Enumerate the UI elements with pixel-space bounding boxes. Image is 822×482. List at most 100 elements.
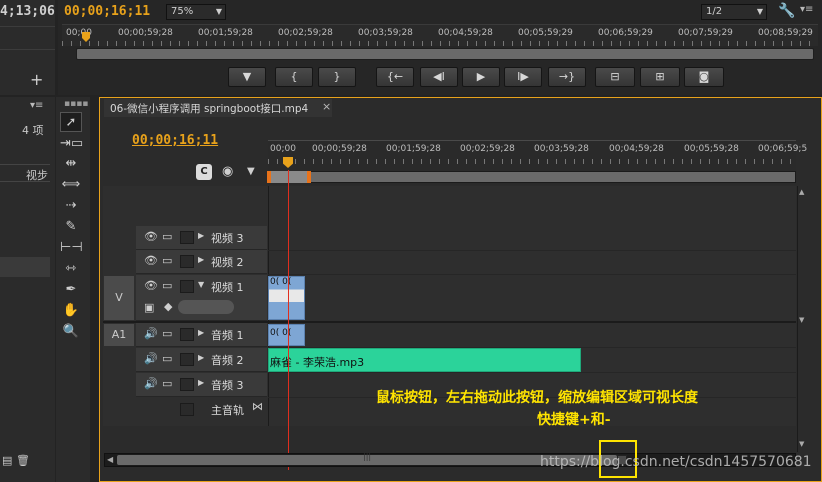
expand-arrow-icon[interactable]: ▶ — [198, 255, 204, 264]
hand-tool-icon[interactable]: ✋ — [60, 301, 82, 321]
rate-stretch-tool-icon[interactable]: ⇢ — [60, 196, 82, 216]
close-icon[interactable]: × — [322, 100, 331, 113]
track-select-tool-icon[interactable]: ⇥▭ — [60, 134, 83, 154]
track-header-video3[interactable]: 👁 ▭ ▶ 视频 3 — [136, 226, 267, 250]
source-zoom-scrollbar[interactable] — [76, 48, 814, 60]
pen-tool-icon[interactable]: ✒ — [60, 280, 82, 300]
snap-icon[interactable]: C — [196, 164, 212, 180]
source-ruler[interactable]: 00;00 00;00;59;28 00;01;59;28 00;02;59;28 00… — [62, 24, 818, 46]
work-area-range[interactable] — [267, 171, 311, 183]
extract-button[interactable]: ⊞ — [640, 67, 680, 87]
lock-toggle[interactable] — [180, 280, 194, 293]
resolution-select[interactable]: 1/2 ▼ — [701, 4, 767, 20]
source-ruler-label: 00;02;59;28 — [278, 28, 333, 38]
work-area-bar[interactable] — [268, 171, 796, 183]
timeline-timecode[interactable]: 00;00;16;11 — [132, 133, 218, 148]
audio-clip-1[interactable]: 0( 0( — [268, 324, 305, 346]
slip-tool-icon[interactable]: ⊢⊣ — [60, 238, 83, 258]
video-clip[interactable]: 0( 0( — [268, 276, 305, 320]
lock-toggle[interactable] — [180, 378, 194, 391]
scroll-up-arrow[interactable]: ▲ — [799, 188, 804, 196]
eye-icon[interactable]: 👁 — [144, 254, 158, 267]
film-icon[interactable]: ▭ — [162, 352, 172, 365]
expand-arrow-icon[interactable]: ▶ — [198, 231, 204, 240]
zoom-select[interactable]: 75% ▼ — [166, 4, 226, 20]
speaker-icon[interactable]: 🔊 — [144, 377, 158, 390]
film-icon[interactable]: ▭ — [162, 327, 172, 340]
add-icon[interactable]: + — [30, 70, 43, 89]
mark-in-button[interactable]: { — [275, 67, 313, 87]
scroll-down-arrow[interactable]: ▼ — [799, 440, 804, 448]
keyframe-navigator[interactable] — [178, 300, 234, 314]
list-view-icon[interactable]: ▤ — [2, 454, 12, 467]
panel-menu-icon[interactable]: ▾≡ — [800, 4, 813, 15]
track-header-audio2[interactable]: 🔊 ▭ ▶ 音频 2 — [136, 348, 267, 372]
lock-toggle[interactable] — [180, 353, 194, 366]
eye-icon[interactable]: 👁 — [144, 279, 158, 292]
wrench-icon[interactable]: 🔧 — [778, 3, 795, 19]
track-header-audio1[interactable]: 🔊 ▭ ▶ 音频 1 — [136, 323, 267, 347]
track-header-audio3[interactable]: 🔊 ▭ ▶ 音频 3 — [136, 373, 267, 397]
source-ruler-label: 00;08;59;29 — [758, 28, 813, 38]
timeline-tab[interactable]: 06-微信小程序调用 springboot接口.mp4 × — [104, 99, 332, 117]
export-frame-button[interactable]: ◙ — [684, 67, 724, 87]
keyframe-icon[interactable]: ◆ — [164, 300, 172, 313]
scroll-down-arrow[interactable]: ▼ — [799, 316, 804, 324]
linked-selection-icon[interactable]: ◉ — [222, 164, 233, 179]
track-id-audio[interactable]: A1 — [104, 324, 134, 346]
track-header-video2[interactable]: 👁 ▭ ▶ 视频 2 — [136, 250, 267, 274]
timeline-ruler[interactable]: 00;00 00;00;59;28 00;01;59;28 00;02;59;28 00… — [267, 140, 807, 185]
film-icon[interactable]: ▭ — [162, 279, 172, 292]
panel-menu-icon[interactable]: ▾≡ — [30, 100, 43, 111]
expand-arrow-icon[interactable]: ▼ — [198, 280, 204, 289]
track-name: 视频 1 — [211, 281, 244, 294]
track-id-video[interactable]: V — [104, 276, 134, 320]
film-icon[interactable]: ▭ — [162, 230, 172, 243]
eye-icon[interactable]: 👁 — [144, 230, 158, 243]
source-timecode[interactable]: 00;00;16;11 — [64, 4, 150, 19]
speaker-icon[interactable]: 🔊 — [144, 352, 158, 365]
timeline-ruler-label: 00;05;59;28 — [684, 144, 739, 154]
mark-out-button[interactable]: } — [318, 67, 356, 87]
step-back-button[interactable]: ◀I — [420, 67, 458, 87]
marker-button[interactable]: ▼ — [228, 67, 266, 87]
expand-arrow-icon[interactable]: ▶ — [198, 353, 204, 362]
slide-tool-icon[interactable]: ⇿ — [60, 259, 82, 279]
panel-menu-icon[interactable]: ▪▪▪▪ — [64, 99, 88, 109]
vertical-scrollbar[interactable]: ▲ ▼ ▼ — [797, 186, 807, 452]
bin-row[interactable] — [0, 257, 50, 277]
project-ruler — [0, 26, 55, 50]
ripple-edit-tool-icon[interactable]: ⇹ — [60, 154, 82, 174]
expand-arrow-icon[interactable]: ▶ — [198, 378, 204, 387]
display-style-icon[interactable]: ▣ — [144, 301, 154, 314]
film-icon[interactable]: ▭ — [162, 377, 172, 390]
expand-arrow-icon[interactable]: ▶ — [198, 328, 204, 337]
timeline-ruler-label: 00;00 — [270, 144, 296, 154]
bin-column-header: 视步 — [0, 164, 50, 182]
razor-tool-icon[interactable]: ✎ — [60, 217, 82, 237]
add-marker-icon[interactable]: ▼ — [247, 166, 255, 177]
scroll-left-arrow[interactable]: ◀ — [107, 455, 113, 464]
selection-tool-icon[interactable]: ➚ — [60, 112, 82, 132]
lock-toggle[interactable] — [180, 328, 194, 341]
track-name: 视频 3 — [211, 232, 244, 245]
delete-icon[interactable]: 🗑 — [16, 454, 30, 467]
track-header-video1[interactable]: 👁 ▭ ▼ 视频 1 ▣ ◆ — [136, 275, 267, 321]
film-icon[interactable]: ▭ — [162, 254, 172, 267]
item-count: 4 项 — [22, 124, 44, 137]
lock-toggle[interactable] — [180, 403, 194, 416]
go-to-out-button[interactable]: →} — [548, 67, 586, 87]
lift-button[interactable]: ⊟ — [595, 67, 635, 87]
go-to-in-button[interactable]: {← — [376, 67, 414, 87]
lock-toggle[interactable] — [180, 255, 194, 268]
rolling-edit-tool-icon[interactable]: ⟺ — [60, 175, 82, 195]
track-header-master[interactable]: 主音轨 ⋈ — [136, 398, 267, 422]
play-button[interactable]: ▶ — [462, 67, 500, 87]
audio-clip-2[interactable]: 麻雀 - 李荣浩.mp3 — [268, 348, 581, 372]
zoom-tool-icon[interactable]: 🔍 — [60, 322, 82, 342]
step-forward-button[interactable]: I▶ — [504, 67, 542, 87]
lock-toggle[interactable] — [180, 231, 194, 244]
speaker-icon[interactable]: 🔊 — [144, 327, 158, 340]
timeline-ruler-label: 00;00;59;28 — [312, 144, 367, 154]
bowtie-icon[interactable]: ⋈ — [252, 400, 263, 413]
